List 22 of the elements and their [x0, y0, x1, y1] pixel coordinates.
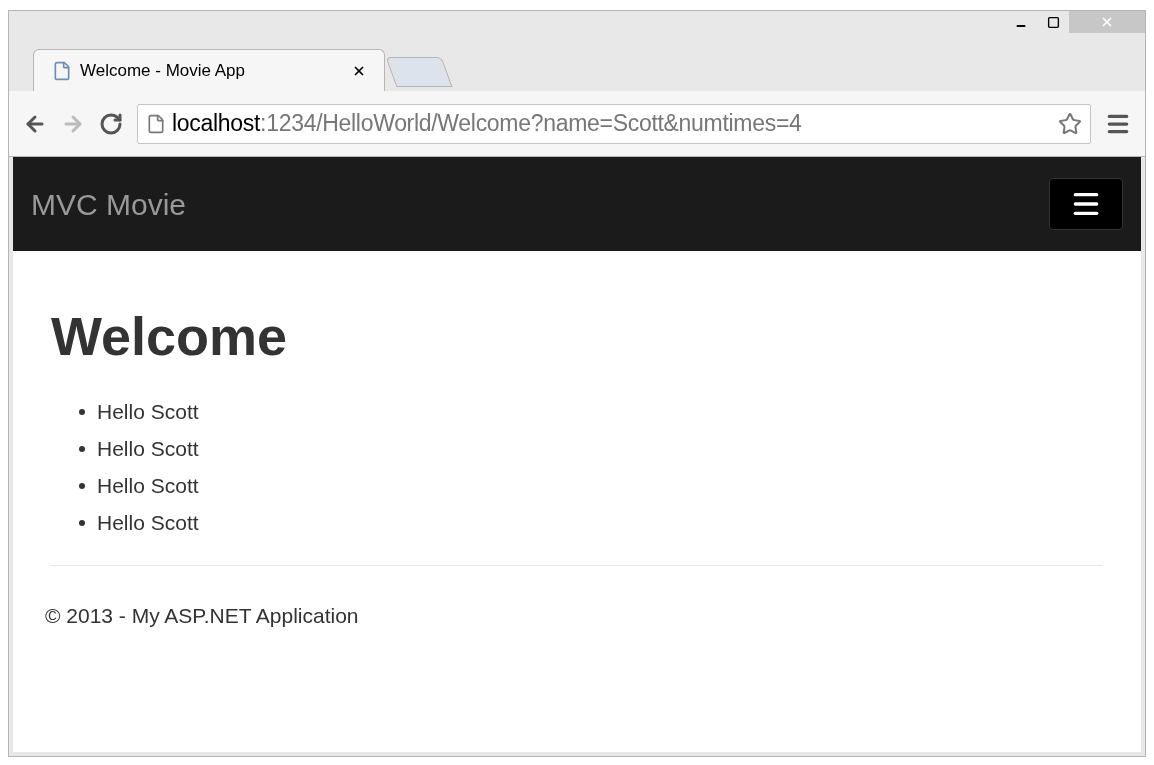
star-icon[interactable]: [1058, 111, 1082, 136]
maximize-icon: [1046, 15, 1060, 29]
brand-link[interactable]: MVC Movie: [31, 181, 187, 227]
page-heading: Welcome: [51, 309, 289, 363]
list-item: Hello Scott: [97, 398, 199, 425]
navbar-toggle-button[interactable]: [1049, 178, 1123, 230]
list-item: Hello Scott: [97, 509, 199, 536]
bullet-icon: [79, 519, 85, 526]
bullet-icon: [79, 445, 85, 452]
close-icon: [1100, 15, 1114, 29]
list-item: Hello Scott: [97, 435, 199, 462]
page-icon: [146, 113, 166, 134]
page-icon: [52, 60, 72, 81]
reload-icon[interactable]: [99, 111, 123, 136]
browser-tab[interactable]: Welcome - Movie App: [33, 49, 385, 91]
bullet-icon: [79, 482, 85, 489]
tab-title: Welcome - Movie App: [80, 59, 247, 82]
footer-text: © 2013 - My ASP.NET Application: [45, 604, 359, 627]
bullet-icon: [79, 408, 85, 415]
list-item: Hello Scott: [97, 472, 199, 499]
address-bar[interactable]: localhost:1234/HelloWorld/Welcome?name=Scott&numtimes=4: [137, 103, 1091, 144]
url-text: localhost:1234/HelloWorld/Welcome?name=Scott&numtimes=4: [172, 109, 803, 139]
